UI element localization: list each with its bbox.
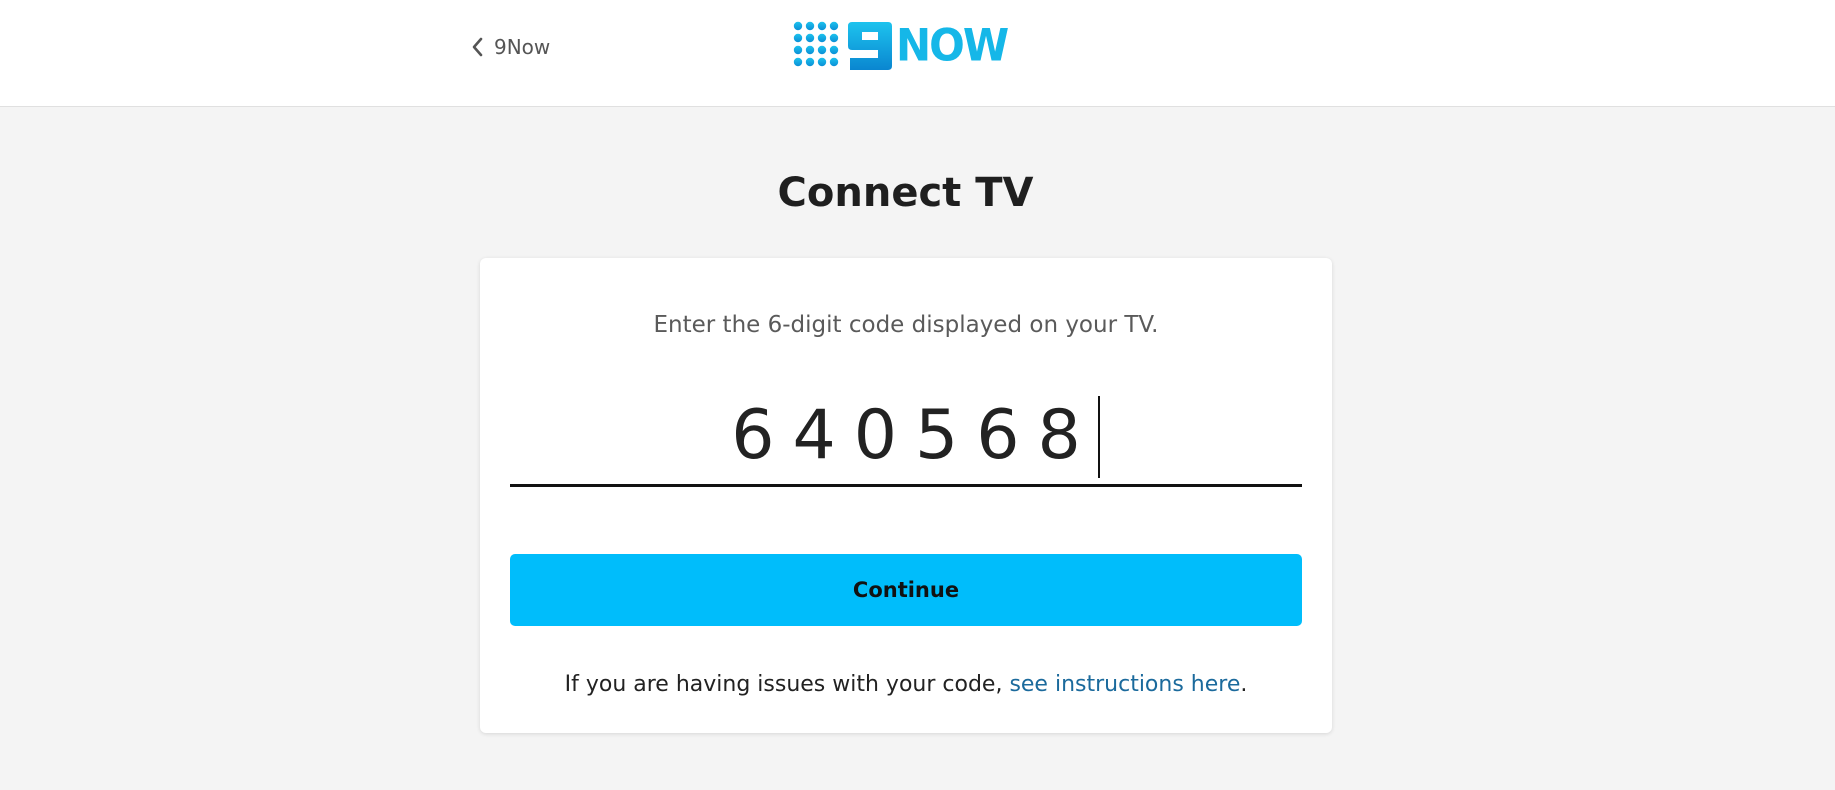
tv-code-input[interactable] <box>510 386 1302 484</box>
help-prefix: If you are having issues with your code, <box>564 672 1010 697</box>
top-bar: 9Now NOW <box>0 0 1835 107</box>
logo-dots-icon <box>793 21 839 67</box>
back-link[interactable]: 9Now <box>470 32 550 62</box>
help-text: If you are having issues with your code,… <box>480 672 1332 697</box>
chevron-left-icon <box>472 37 483 57</box>
logo-nine-icon <box>848 22 892 70</box>
text-caret <box>1098 396 1100 478</box>
page-title: Connect TV <box>777 170 1034 216</box>
continue-button[interactable]: Continue <box>510 554 1302 626</box>
9now-logo[interactable]: NOW <box>792 18 1009 74</box>
logo-wordmark: NOW <box>896 19 1009 72</box>
help-suffix: . <box>1240 672 1248 697</box>
instruction-text: Enter the 6-digit code displayed on your… <box>653 312 1159 338</box>
instructions-link[interactable]: see instructions here <box>1009 672 1240 697</box>
back-link-label: 9Now <box>494 35 551 59</box>
connect-tv-card: Enter the 6-digit code displayed on your… <box>480 258 1332 733</box>
code-field-wrapper <box>510 386 1302 487</box>
